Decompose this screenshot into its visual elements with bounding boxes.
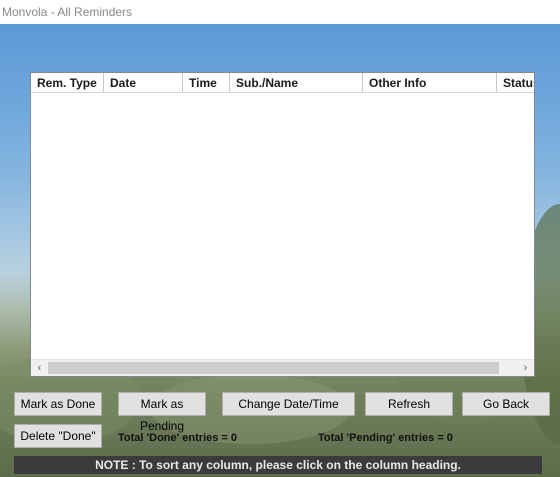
delete-done-button[interactable]: Delete "Done" [14, 424, 102, 448]
column-header-date[interactable]: Date [104, 73, 183, 92]
sort-note: NOTE : To sort any column, please click … [14, 456, 542, 474]
total-pending-label: Total 'Pending' entries = 0 [318, 432, 453, 444]
scrollbar-thumb[interactable] [48, 362, 499, 374]
list-header: Rem. Type Date Time Sub./Name Other Info… [31, 73, 534, 93]
column-header-other-info[interactable]: Other Info [363, 73, 497, 92]
refresh-button[interactable]: Refresh [365, 392, 453, 416]
go-back-button[interactable]: Go Back [462, 392, 550, 416]
horizontal-scrollbar[interactable]: ‹ › [31, 359, 534, 376]
change-date-time-button[interactable]: Change Date/Time [222, 392, 355, 416]
column-header-time[interactable]: Time [183, 73, 230, 92]
column-header-sub-name[interactable]: Sub./Name [230, 73, 363, 92]
window-client-area: Rem. Type Date Time Sub./Name Other Info… [0, 24, 560, 477]
scroll-left-icon[interactable]: ‹ [31, 360, 48, 376]
scroll-right-icon[interactable]: › [517, 360, 534, 376]
column-header-rem-type[interactable]: Rem. Type [31, 73, 104, 92]
total-done-label: Total 'Done' entries = 0 [118, 432, 238, 444]
reminders-list[interactable]: Rem. Type Date Time Sub./Name Other Info… [30, 72, 535, 377]
mark-as-done-button[interactable]: Mark as Done [14, 392, 102, 416]
window-title: Monvola - All Reminders [0, 0, 560, 24]
mark-as-pending-button[interactable]: Mark as Pending [118, 392, 206, 433]
column-header-status[interactable]: Status [497, 73, 534, 92]
list-body[interactable] [31, 93, 534, 359]
